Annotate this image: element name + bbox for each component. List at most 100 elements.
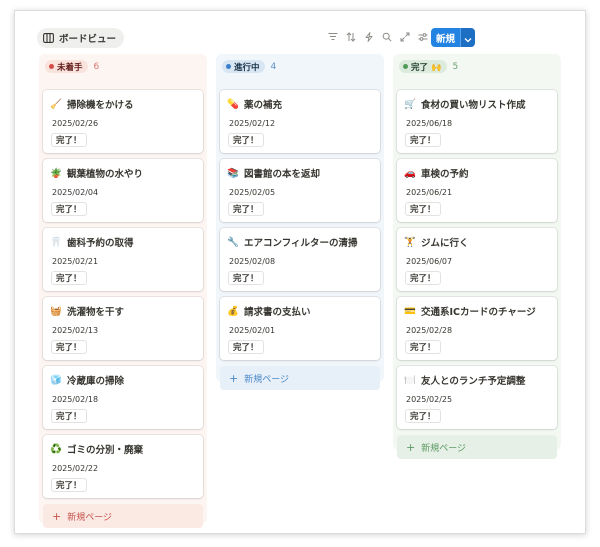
ice-icon: 🧊 — [50, 374, 62, 386]
card-date: 2025/02/18 — [52, 395, 99, 404]
board-view-icon — [43, 33, 54, 43]
card-tag: 完了！ — [51, 202, 87, 216]
card-tag: 完了！ — [51, 409, 87, 423]
chevron-down-icon — [464, 28, 472, 47]
card-title: 食材の買い物リスト作成 — [421, 100, 526, 111]
status-dot-icon — [49, 64, 54, 69]
board-window: ボードビュー 新規 未着手 6 🧹 掃除機をかける 2025/02/26 完了！… — [14, 10, 586, 534]
status-badge[interactable]: 未着手 — [45, 60, 88, 73]
board-card[interactable]: 💊 薬の補充 2025/02/12 完了！ — [220, 90, 380, 153]
books-icon: 📚 — [227, 167, 239, 179]
card-title-row: 🍽️ 友人とのランチ予定調整 — [404, 373, 525, 388]
card-date: 2025/06/21 — [406, 188, 453, 197]
board-card[interactable]: 🪴 観葉植物の水やり 2025/02/04 完了！ — [43, 159, 203, 222]
card-date: 2025/02/05 — [229, 188, 276, 197]
card-date: 2025/02/28 — [406, 326, 453, 335]
plus-icon: + — [229, 371, 239, 385]
board-card[interactable]: ♻️ ゴミの分別・廃棄 2025/02/22 完了！ — [43, 435, 203, 498]
board-card[interactable]: 🧺 洗濯物を干す 2025/02/13 完了！ — [43, 297, 203, 360]
card-title: 車検の予約 — [421, 169, 469, 180]
card-title-row: 💳 交通系ICカードのチャージ — [404, 304, 536, 319]
card-title: 掃除機をかける — [67, 100, 134, 111]
card-title-row: 🪴 観葉植物の水やり — [50, 166, 143, 181]
card-date: 2025/02/26 — [52, 119, 99, 128]
board-card[interactable]: 🍽️ 友人とのランチ予定調整 2025/02/25 完了！ — [397, 366, 557, 429]
new-page-button[interactable]: + 新規ページ — [397, 435, 557, 459]
board-card[interactable]: 📚 図書館の本を返却 2025/02/05 完了！ — [220, 159, 380, 222]
filter-icon[interactable] — [326, 30, 339, 43]
board-card[interactable]: 🏋️ ジムに行く 2025/06/07 完了！ — [397, 228, 557, 291]
board-card[interactable]: 🔧 エアコンフィルターの清掃 2025/02/08 完了！ — [220, 228, 380, 291]
card-tag: 完了！ — [228, 271, 264, 285]
recycle-icon: ♻️ — [50, 443, 62, 455]
card-title-row: 🚗 車検の予約 — [404, 166, 469, 181]
card-title: 歯科予約の取得 — [67, 238, 134, 249]
wrench-icon: 🔧 — [227, 236, 239, 248]
tooth-icon: 🦷 — [50, 236, 62, 248]
expand-icon[interactable] — [398, 30, 411, 43]
new-page-label: 新規ページ — [244, 374, 290, 385]
board-card[interactable]: 🧹 掃除機をかける 2025/02/26 完了！ — [43, 90, 203, 153]
card-title-row: 🧹 掃除機をかける — [50, 97, 134, 112]
settings-sliders-icon[interactable] — [416, 30, 429, 43]
new-button[interactable]: 新規 — [431, 28, 461, 47]
view-tab-board[interactable]: ボードビュー — [37, 28, 125, 48]
card-date: 2025/02/22 — [52, 464, 99, 473]
board-card[interactable]: 🧊 冷蔵庫の掃除 2025/02/18 完了！ — [43, 366, 203, 429]
card-tag: 完了！ — [228, 202, 264, 216]
new-page-button[interactable]: + 新規ページ — [220, 366, 380, 390]
card-tag: 完了！ — [405, 271, 441, 285]
card-tag: 完了！ — [51, 340, 87, 354]
card-date: 2025/02/08 — [229, 257, 276, 266]
sort-icon[interactable] — [344, 30, 357, 43]
card-title-row: 🏋️ ジムに行く — [404, 235, 468, 250]
column-count: 5 — [452, 61, 459, 72]
card-title-row: 💊 薬の補充 — [227, 97, 283, 112]
card-title: 図書館の本を返却 — [244, 169, 321, 180]
car-icon: 🚗 — [404, 167, 416, 179]
card-date: 2025/06/07 — [406, 257, 453, 266]
new-options-button[interactable] — [460, 28, 476, 47]
column-count: 6 — [93, 61, 100, 72]
column-header: 完了 🙌 5 — [397, 54, 557, 79]
board-card[interactable]: 🚗 車検の予約 2025/06/21 完了！ — [397, 159, 557, 222]
board-card[interactable]: 🦷 歯科予約の取得 2025/02/21 完了！ — [43, 228, 203, 291]
column-header: 進行中 4 — [220, 54, 380, 79]
card-title-row: 🦷 歯科予約の取得 — [50, 235, 134, 250]
card-tag: 完了！ — [405, 340, 441, 354]
card-tag: 完了！ — [405, 133, 441, 147]
shopping-cart-icon: 🛒 — [404, 98, 416, 110]
new-page-button[interactable]: + 新規ページ — [43, 504, 203, 528]
card-title-row: ♻️ ゴミの分別・廃棄 — [50, 442, 143, 457]
plant-icon: 🪴 — [50, 167, 62, 179]
card-title-row: 🛒 食材の買い物リスト作成 — [404, 97, 526, 112]
card-date: 2025/02/21 — [52, 257, 99, 266]
column-label: 未着手 — [57, 62, 83, 73]
column-in-progress: 進行中 4 💊 薬の補充 2025/02/12 完了！ 📚 図書館の本を返却 2… — [216, 54, 384, 390]
card-title-row: 🔧 エアコンフィルターの清掃 — [227, 235, 358, 250]
card-title: 冷蔵庫の掃除 — [67, 376, 125, 387]
plate-icon: 🍽️ — [404, 374, 416, 386]
search-icon[interactable] — [380, 30, 393, 43]
status-badge[interactable]: 進行中 — [222, 60, 265, 73]
card-title-row: 🧊 冷蔵庫の掃除 — [50, 373, 125, 388]
status-badge[interactable]: 完了 🙌 — [399, 60, 447, 73]
plus-icon: + — [406, 440, 416, 454]
card-title: エアコンフィルターの清掃 — [244, 238, 358, 249]
card-tag: 完了！ — [405, 409, 441, 423]
status-dot-icon — [403, 64, 408, 69]
lightning-icon[interactable] — [362, 30, 375, 43]
view-toolbar — [326, 30, 429, 43]
money-bag-icon: 💰 — [227, 305, 239, 317]
card-tag: 完了！ — [405, 202, 441, 216]
column-header: 未着手 6 — [43, 54, 203, 79]
board-card[interactable]: 💳 交通系ICカードのチャージ 2025/02/28 完了！ — [397, 297, 557, 360]
column-label: 完了 🙌 — [411, 62, 442, 73]
card-title-row: 💰 請求書の支払い — [227, 304, 310, 319]
pill-icon: 💊 — [227, 98, 239, 110]
column-label: 進行中 — [234, 62, 260, 73]
new-page-label: 新規ページ — [67, 512, 113, 523]
card-title: 薬の補充 — [244, 100, 283, 111]
board-card[interactable]: 🛒 食材の買い物リスト作成 2025/06/18 完了！ — [397, 90, 557, 153]
board-card[interactable]: 💰 請求書の支払い 2025/02/01 完了！ — [220, 297, 380, 360]
